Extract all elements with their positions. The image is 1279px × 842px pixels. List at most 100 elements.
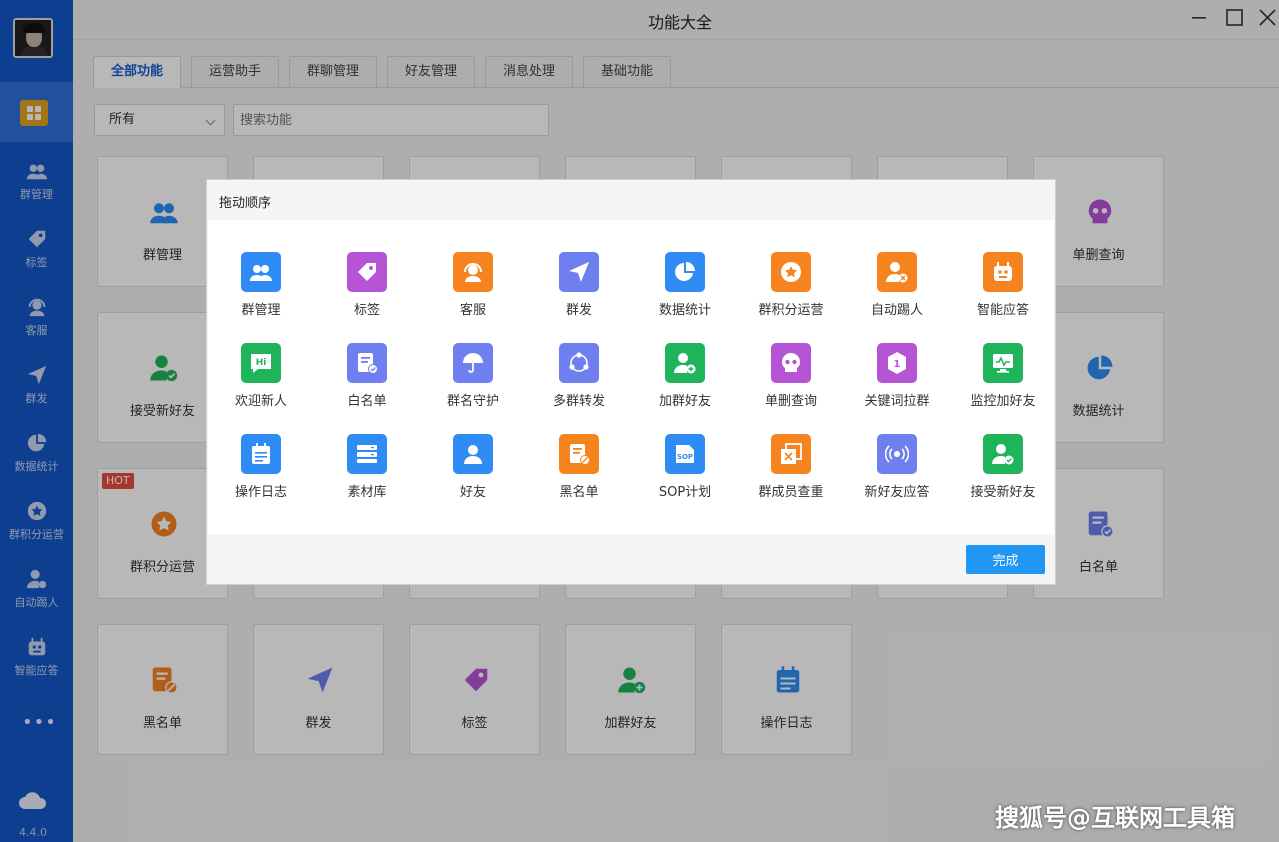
drag-item[interactable]: 1 关键词拉群	[844, 343, 950, 423]
drag-item[interactable]: 群名守护	[420, 343, 526, 423]
drag-item[interactable]: 多群转发	[526, 343, 632, 423]
item-tile: SOP	[665, 434, 705, 474]
drag-item-label: 欢迎新人	[234, 394, 287, 409]
drag-item[interactable]: 自动踢人	[844, 252, 950, 332]
robot-icon	[994, 262, 1012, 281]
svg-text:Hi: Hi	[256, 358, 267, 368]
item-tile	[877, 252, 917, 292]
drag-item[interactable]: 素材库	[314, 434, 420, 514]
item-tile	[559, 434, 599, 474]
drag-item-label: 白名单	[347, 394, 387, 409]
watermark: 搜狐号@互联网工具箱	[995, 804, 1235, 832]
svg-text:1: 1	[894, 359, 901, 370]
drag-item-label: 群管理	[241, 303, 281, 318]
drag-item-label: 接受新好友	[970, 485, 1036, 500]
item-tile	[877, 434, 917, 474]
drag-item-label: 关键词拉群	[864, 394, 930, 409]
drag-item[interactable]: 数据统计	[632, 252, 738, 332]
item-tile	[347, 434, 387, 474]
group-icon	[250, 265, 272, 281]
drag-item-label: 数据统计	[658, 303, 711, 318]
item-tile	[771, 434, 811, 474]
drag-item[interactable]: 群积分运营	[738, 252, 844, 332]
drag-item[interactable]: 白名单	[314, 343, 420, 423]
tag-icon	[358, 263, 376, 281]
item-tile	[347, 252, 387, 292]
user-check-icon	[992, 444, 1014, 465]
item-tile	[453, 343, 493, 383]
monitor-icon	[993, 354, 1013, 373]
drag-item-label: 新好友应答	[864, 485, 930, 500]
broadcast-icon	[885, 445, 909, 463]
item-tile	[241, 252, 281, 292]
share-circle-icon	[569, 352, 589, 372]
drag-item[interactable]: 黑名单	[526, 434, 632, 514]
duplicate-icon	[781, 443, 802, 464]
drag-item[interactable]: 监控加好友	[950, 343, 1056, 423]
drag-item-label: 加群好友	[658, 394, 711, 409]
item-tile	[241, 434, 281, 474]
whitelist-icon	[358, 353, 378, 374]
drag-item-label: 群积分运营	[758, 303, 824, 318]
hi-bubble-icon: Hi	[251, 354, 271, 373]
item-tile	[559, 252, 599, 292]
user-remove-icon	[886, 262, 908, 283]
drag-item-label: 多群转发	[552, 394, 605, 409]
drag-item[interactable]: 接受新好友	[950, 434, 1056, 514]
drag-item[interactable]: Hi 欢迎新人	[208, 343, 314, 423]
sop-icon: SOP	[676, 445, 694, 463]
drag-item-label: 群发	[565, 303, 592, 318]
drag-item-label: 素材库	[347, 485, 387, 500]
dialog-title: 拖动顺序	[219, 196, 272, 211]
star-badge-icon	[781, 262, 801, 282]
drag-item[interactable]: 好友	[420, 434, 526, 514]
drag-item[interactable]: 标签	[314, 252, 420, 332]
drag-item[interactable]: SOP SOP计划	[632, 434, 738, 514]
drag-item[interactable]: 群成员查重	[738, 434, 844, 514]
drag-item-label: 群名守护	[446, 394, 499, 409]
drag-item-label: 标签	[353, 303, 380, 318]
done-button[interactable]: 完成	[966, 545, 1045, 574]
drag-item[interactable]: 单删查询	[738, 343, 844, 423]
drag-item-label: 群成员查重	[758, 485, 824, 500]
item-tile	[453, 434, 493, 474]
headset-icon	[464, 263, 482, 282]
drag-item[interactable]: 加群好友	[632, 343, 738, 423]
umbrella-icon	[463, 353, 483, 373]
item-tile: 1	[877, 343, 917, 383]
database-icon	[357, 445, 377, 463]
drag-item-label: SOP计划	[658, 485, 712, 500]
drag-item-label: 单删查询	[764, 394, 817, 409]
drag-item[interactable]: 操作日志	[208, 434, 314, 514]
drag-order-dialog: 拖动顺序 群管理 标签 客服 群发 数据统计 群积分运营 自动踢人 智能应答 H…	[206, 179, 1056, 585]
drag-item[interactable]: 群发	[526, 252, 632, 332]
calendar-log-icon	[252, 443, 270, 464]
drag-item-label: 操作日志	[234, 485, 287, 500]
item-tile	[983, 343, 1023, 383]
drag-item-label: 黑名单	[559, 485, 599, 500]
item-tile	[771, 252, 811, 292]
drag-item[interactable]: 群管理	[208, 252, 314, 332]
item-tile	[771, 343, 811, 383]
skull-icon	[782, 353, 800, 372]
item-tile	[983, 434, 1023, 474]
pie-chart-icon	[675, 262, 695, 281]
svg-text:SOP: SOP	[677, 453, 693, 461]
user-add-icon	[674, 353, 696, 374]
item-tile: Hi	[241, 343, 281, 383]
drag-item[interactable]: 新好友应答	[844, 434, 950, 514]
send-icon	[569, 262, 589, 282]
drag-item-label: 客服	[459, 303, 486, 318]
item-tile	[665, 343, 705, 383]
drag-item-label: 自动踢人	[870, 303, 923, 318]
drag-item[interactable]: 客服	[420, 252, 526, 332]
user-icon	[464, 445, 482, 464]
modal-backdrop-sidebar	[0, 0, 73, 842]
item-tile	[559, 343, 599, 383]
item-tile	[347, 343, 387, 383]
dialog-body: 群管理 标签 客服 群发 数据统计 群积分运营 自动踢人 智能应答 Hi 欢迎新…	[208, 220, 1054, 534]
item-tile	[453, 252, 493, 292]
drag-item-label: 监控加好友	[970, 394, 1036, 409]
drag-item[interactable]: 智能应答	[950, 252, 1056, 332]
blacklist-icon	[570, 444, 590, 465]
